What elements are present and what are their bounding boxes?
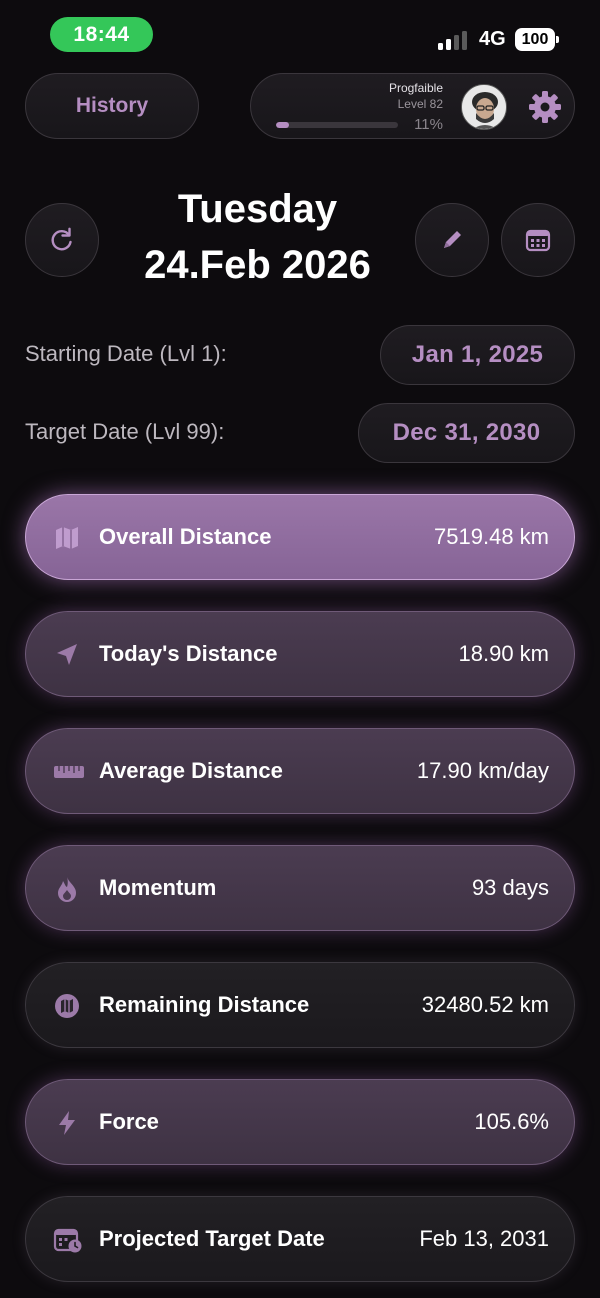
edit-button[interactable] [415,203,489,277]
stat-value: 17.90 km/day [416,758,549,783]
cellular-signal-icon [438,30,470,50]
calendar-icon [525,229,551,252]
profile-username: Progfaible [388,81,443,95]
stat-force[interactable]: Force 105.6% [25,1079,575,1165]
refresh-icon [51,227,72,251]
map-circle-icon [53,992,81,1020]
status-bar: 18:44 4G 100 [0,0,600,64]
stat-value: 32480.52 km [421,992,549,1017]
stat-average-distance[interactable]: Average Distance 17.90 km/day [25,728,575,814]
navigation-arrow-icon [53,641,81,669]
target-date-picker[interactable]: Dec 31, 2030 [358,403,575,463]
stat-value: 7519.48 km [434,524,549,549]
target-date-label: Target Date (Lvl 99): [25,419,225,444]
stat-projected-target-date[interactable]: Projected Target Date Feb 13, 2031 [25,1196,575,1282]
xp-progress-fill [276,122,290,128]
bolt-icon [53,1109,81,1137]
weekday-title: Tuesday [177,187,338,231]
history-button[interactable]: History [25,73,199,139]
ruler-icon [53,758,84,786]
calendar-clock-icon [53,1226,82,1254]
pencil-icon [444,231,461,248]
profile-card[interactable]: Progfaible Level 82 11% [250,73,575,139]
stat-value: Feb 13, 2031 [419,1226,549,1251]
profile-level: Level 82 [397,97,443,111]
stat-label: Remaining Distance [99,992,310,1017]
gear-icon[interactable] [527,89,563,125]
stat-todays-distance[interactable]: Today's Distance 18.90 km [25,611,575,697]
stat-value: 93 days [471,875,549,900]
starting-date-label: Starting Date (Lvl 1): [25,341,227,366]
status-time[interactable]: 18:44 [50,17,153,52]
network-type: 4G [479,28,506,50]
flame-icon [53,875,81,903]
refresh-button[interactable] [25,203,99,277]
stat-value: 18.90 km [458,641,550,666]
stat-value: 105.6% [474,1109,549,1134]
stat-label: Projected Target Date [99,1226,325,1251]
stat-overall-distance[interactable]: Overall Distance 7519.48 km [25,494,575,580]
stat-label: Momentum [99,875,217,900]
map-icon [53,524,81,552]
stat-remaining-distance[interactable]: Remaining Distance 32480.52 km [25,962,575,1048]
starting-date-picker[interactable]: Jan 1, 2025 [380,325,575,385]
stat-label: Force [99,1109,159,1134]
battery-icon: 100 [515,28,559,51]
calendar-button[interactable] [501,203,575,277]
stat-label: Overall Distance [99,524,272,549]
date-title: 24.Feb 2026 [144,243,371,287]
avatar[interactable] [461,84,507,130]
stat-momentum[interactable]: Momentum 93 days [25,845,575,931]
stat-label: Average Distance [99,758,283,783]
stat-label: Today's Distance [99,641,278,666]
xp-percent: 11% [414,116,443,133]
xp-progress-bar [276,122,398,128]
